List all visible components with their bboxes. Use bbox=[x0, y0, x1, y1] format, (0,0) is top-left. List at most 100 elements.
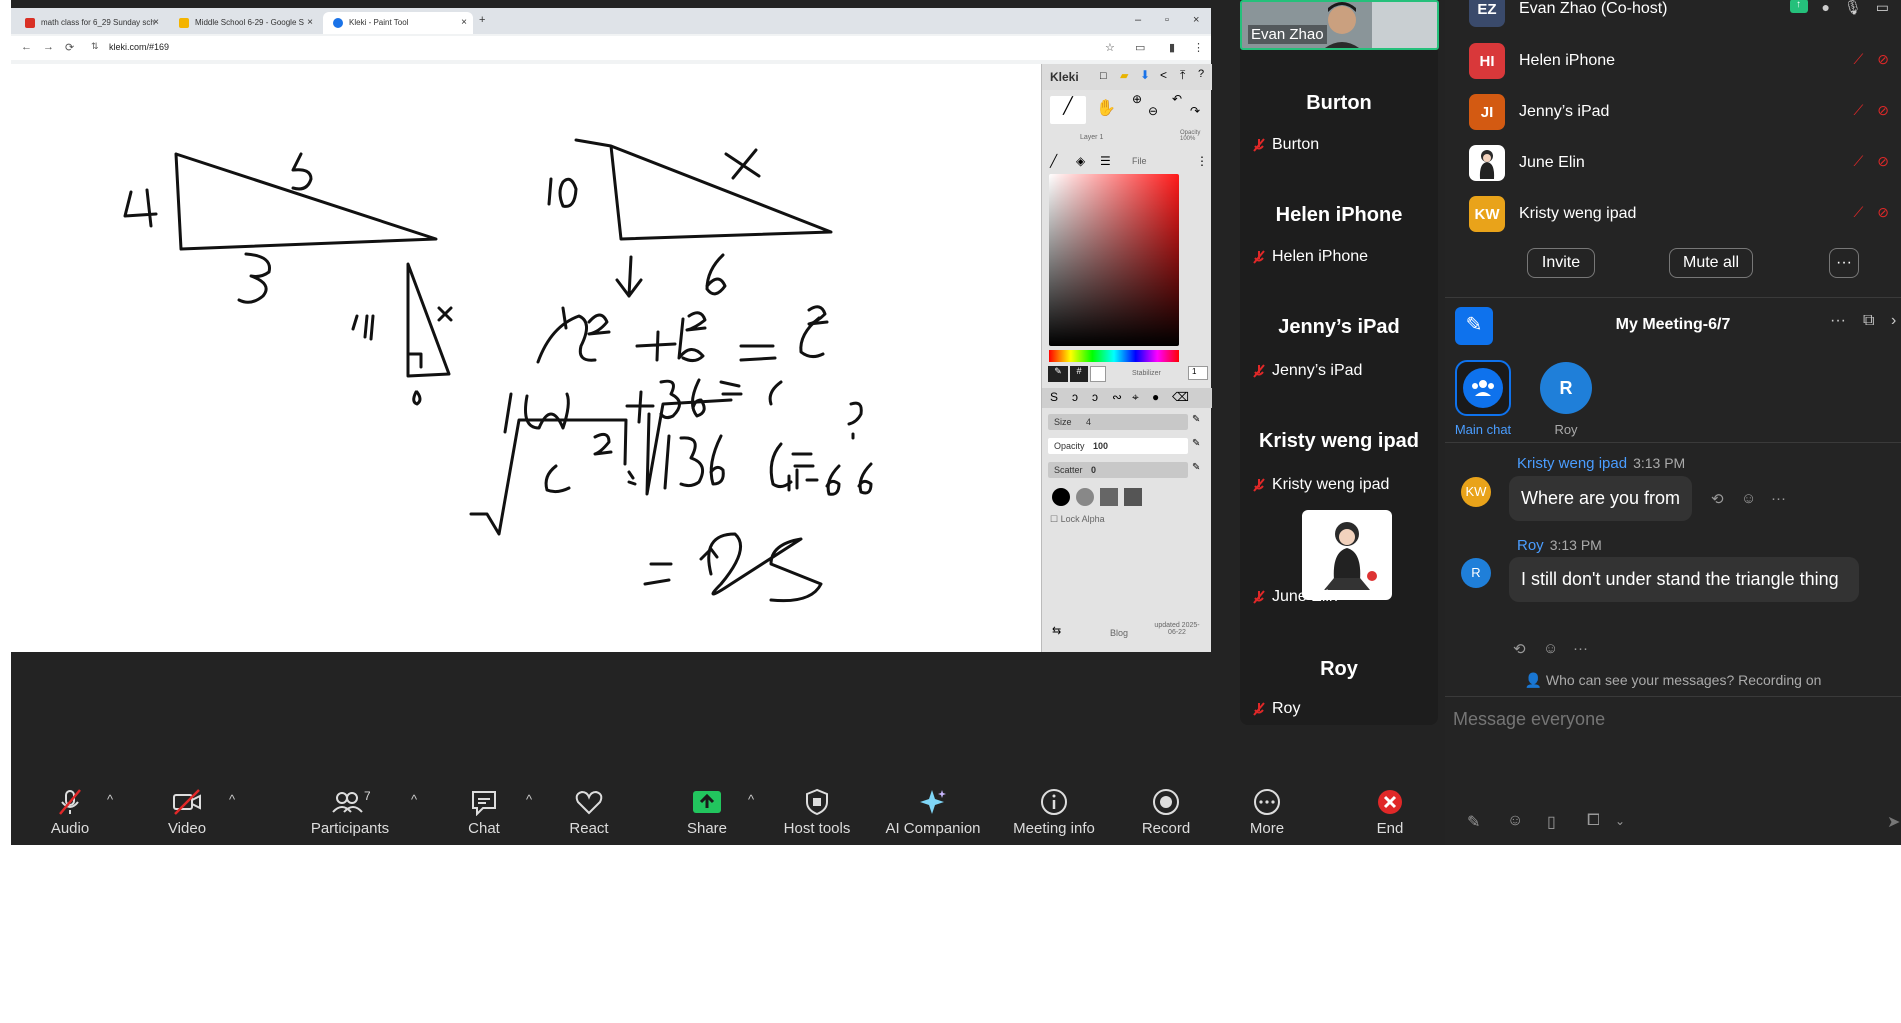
reload-icon[interactable]: ⟳ bbox=[65, 41, 74, 54]
forward-icon[interactable]: → bbox=[43, 41, 54, 53]
invite-button[interactable]: Invite bbox=[1527, 248, 1595, 278]
message-sender[interactable]: Roy bbox=[1517, 537, 1544, 554]
self-video-tile[interactable]: Evan Zhao bbox=[1240, 0, 1439, 50]
adjust-tab-icon[interactable]: ☰ bbox=[1100, 154, 1111, 168]
video-button[interactable]: Video bbox=[132, 788, 242, 837]
message-bubble[interactable]: Where are you from bbox=[1509, 476, 1693, 521]
roy-channel-avatar[interactable]: R bbox=[1540, 362, 1592, 414]
audio-options-chevron[interactable]: ^ bbox=[107, 792, 113, 807]
zoom-out-icon[interactable]: ⊖ bbox=[1148, 104, 1158, 118]
chat-more-icon[interactable]: ··· bbox=[1830, 312, 1846, 330]
send-icon[interactable]: ➤ bbox=[1887, 812, 1900, 832]
reply-icon[interactable]: ⟲ bbox=[1513, 640, 1526, 658]
emoji-icon[interactable]: ☺ bbox=[1507, 812, 1523, 830]
swap-icon[interactable]: ⇆ bbox=[1052, 624, 1061, 637]
round-brush-shape[interactable] bbox=[1052, 488, 1070, 506]
lock-alpha-checkbox[interactable]: ☐ Lock Alpha bbox=[1050, 514, 1105, 525]
share-icon[interactable]: < bbox=[1160, 68, 1167, 82]
mic-icon[interactable]: 🎙 bbox=[1844, 0, 1862, 16]
reply-icon[interactable]: ⟲ bbox=[1711, 490, 1724, 508]
kleki-logo[interactable]: Kleki bbox=[1050, 70, 1079, 84]
chevron-down-icon[interactable]: ⌄ bbox=[1615, 814, 1625, 828]
brush-tool-icon[interactable]: ╱ bbox=[1050, 96, 1086, 124]
message-sender[interactable]: Kristy weng ipad bbox=[1517, 455, 1627, 472]
scatter-edit-icon[interactable]: ✎ bbox=[1192, 462, 1200, 473]
layers-tab-icon[interactable]: ◈ bbox=[1076, 154, 1085, 168]
cast-icon[interactable]: ▭ bbox=[1135, 41, 1145, 54]
privacy-notice[interactable]: 👤 Who can see your messages? Recording o… bbox=[1445, 672, 1901, 689]
bookmark-star-icon[interactable]: ☆ bbox=[1105, 41, 1115, 54]
share-options-chevron[interactable]: ^ bbox=[748, 792, 754, 807]
collapse-icon[interactable]: › bbox=[1891, 312, 1896, 330]
brush-tab-icon[interactable]: ╱ bbox=[1050, 154, 1057, 168]
chat-options-chevron[interactable]: ^ bbox=[526, 792, 532, 807]
blog-link[interactable]: Blog bbox=[1110, 628, 1128, 638]
pencil-brush-shape[interactable] bbox=[1100, 488, 1118, 506]
video-options-chevron[interactable]: ^ bbox=[229, 792, 235, 807]
meeting-info-button[interactable]: Meeting info bbox=[999, 788, 1109, 837]
browser-tab-2[interactable]: Middle School 6-29 - Google S × bbox=[169, 12, 319, 34]
message-bubble[interactable]: I still don't under stand the triangle t… bbox=[1509, 557, 1859, 602]
message-input[interactable] bbox=[1453, 704, 1893, 734]
camera-off-icon[interactable]: ⊘ bbox=[1877, 102, 1889, 119]
window-close-icon[interactable]: × bbox=[1193, 14, 1199, 26]
eyedropper-icon[interactable]: ✎ bbox=[1048, 366, 1068, 382]
new-image-icon[interactable]: □ bbox=[1100, 70, 1107, 82]
opacity-slider[interactable]: Opacity 100 bbox=[1048, 438, 1188, 454]
mic-muted-icon[interactable]: ⟋ bbox=[1853, 51, 1863, 68]
participants-more-button[interactable]: ··· bbox=[1829, 248, 1859, 278]
layer-name[interactable]: Layer 1 bbox=[1080, 134, 1103, 141]
main-chat-channel[interactable] bbox=[1455, 360, 1511, 416]
end-button[interactable]: End bbox=[1335, 788, 1445, 837]
extension-icon[interactable]: ▮ bbox=[1169, 41, 1175, 54]
minimize-icon[interactable]: – bbox=[1135, 14, 1141, 26]
screenshot-icon[interactable]: ⧠ bbox=[1587, 812, 1600, 830]
message-more-icon[interactable]: ··· bbox=[1771, 490, 1786, 507]
participant-row[interactable]: June Elin ⟋ ⊘ bbox=[1469, 143, 1889, 183]
main-chat-label[interactable]: Main chat bbox=[1449, 422, 1517, 437]
format-icon[interactable]: ✎ bbox=[1467, 812, 1480, 832]
popout-icon[interactable]: ⧉ bbox=[1863, 312, 1874, 330]
pixel-brush-icon[interactable]: ∾ bbox=[1112, 390, 1122, 404]
chat-button[interactable]: Chat bbox=[429, 788, 539, 837]
add-reaction-icon[interactable]: ☺ bbox=[1741, 490, 1756, 507]
browser-menu-icon[interactable]: ⋮ bbox=[1193, 41, 1204, 54]
new-tab-icon[interactable]: + bbox=[479, 14, 485, 26]
url-field[interactable]: kleki.com/#169 bbox=[109, 42, 169, 52]
drawing-canvas[interactable] bbox=[11, 64, 1041, 652]
close-icon[interactable]: × bbox=[153, 17, 159, 28]
camera-off-icon[interactable]: ⊘ bbox=[1877, 153, 1889, 170]
eraser-icon[interactable]: ⌫ bbox=[1172, 390, 1189, 404]
mic-muted-icon[interactable]: ⟋ bbox=[1853, 102, 1863, 119]
redo-icon[interactable]: ↷ bbox=[1190, 104, 1200, 118]
back-icon[interactable]: ← bbox=[21, 41, 32, 53]
file-tab[interactable]: File bbox=[1132, 156, 1147, 166]
size-edit-icon[interactable]: ✎ bbox=[1192, 414, 1200, 425]
participant-row[interactable]: HI Helen iPhone ⟋ ⊘ bbox=[1469, 41, 1889, 81]
undo-icon[interactable]: ↶ bbox=[1172, 92, 1182, 106]
chemy-brush-icon[interactable]: ⌖ bbox=[1132, 390, 1139, 405]
message-more-icon[interactable]: ··· bbox=[1573, 640, 1588, 657]
download-icon[interactable]: ⬇ bbox=[1140, 68, 1150, 82]
secondary-color-swatch[interactable] bbox=[1090, 366, 1106, 382]
mic-muted-icon[interactable]: ⟋ bbox=[1853, 153, 1863, 170]
square-brush-shape[interactable] bbox=[1124, 488, 1142, 506]
participant-row[interactable]: EZ Evan Zhao (Co-host) ↑ ● 🎙 ▭ bbox=[1469, 0, 1889, 29]
camera-icon[interactable]: ▭ bbox=[1876, 0, 1889, 16]
participant-row[interactable]: KW Kristy weng ipad ⟋ ⊘ bbox=[1469, 194, 1889, 234]
soft-brush-shape[interactable] bbox=[1076, 488, 1094, 506]
sketchy-brush-icon[interactable]: ↄ bbox=[1092, 390, 1098, 404]
site-info-icon[interactable]: ⇅ bbox=[91, 41, 99, 52]
browser-tab-1[interactable]: math class for 6_29 Sunday sch × bbox=[15, 12, 165, 34]
ai-companion-button[interactable]: AI Companion bbox=[868, 788, 998, 837]
participants-options-chevron[interactable]: ^ bbox=[411, 792, 417, 807]
blend-brush-icon[interactable]: ↄ bbox=[1072, 390, 1078, 404]
color-picker-square[interactable] bbox=[1049, 174, 1179, 346]
stabilizer-select[interactable]: 1 bbox=[1188, 366, 1208, 380]
close-icon[interactable]: × bbox=[307, 17, 313, 28]
participants-button[interactable]: 7 Participants bbox=[295, 788, 405, 837]
hex-input-icon[interactable]: # bbox=[1070, 366, 1088, 382]
help-icon[interactable]: ? bbox=[1198, 68, 1204, 80]
smudge-brush-icon[interactable]: ● bbox=[1152, 390, 1159, 404]
close-icon[interactable]: × bbox=[461, 17, 467, 28]
